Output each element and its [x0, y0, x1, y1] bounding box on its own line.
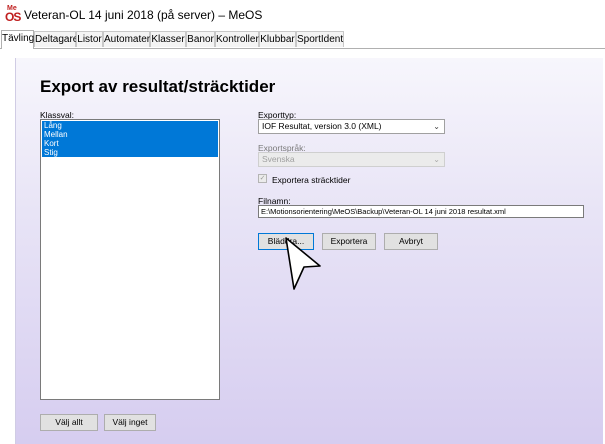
tab-bar: Tävling Deltagare Listor Automater Klass…	[0, 30, 605, 49]
select-none-button[interactable]: Välj inget	[104, 414, 156, 431]
chevron-down-icon: ⌄	[433, 122, 440, 131]
title-bar: Me OS Veteran-OL 14 juni 2018 (på server…	[0, 0, 605, 30]
export-splits-checkbox[interactable]: ✓	[258, 174, 267, 183]
tab-automater[interactable]: Automater	[103, 31, 150, 47]
tab-listor[interactable]: Listor	[76, 31, 103, 47]
export-splits-label: Exportera sträcktider	[272, 175, 351, 185]
tab-kontroller[interactable]: Kontroller	[215, 31, 259, 47]
window-title: Veteran-OL 14 juni 2018 (på server) – Me…	[24, 8, 263, 22]
class-listbox[interactable]: Lång Mellan Kort Stig	[40, 119, 220, 400]
class-item-stig[interactable]: Stig	[42, 148, 218, 157]
export-language-dropdown[interactable]: Svenska ⌄	[258, 152, 445, 167]
select-all-button[interactable]: Välj allt	[40, 414, 98, 431]
tab-content-top	[0, 49, 605, 58]
export-language-value: Svenska	[262, 154, 295, 164]
export-type-value: IOF Resultat, version 3.0 (XML)	[262, 121, 382, 131]
class-item-lang[interactable]: Lång	[42, 121, 218, 130]
tab-tavling[interactable]: Tävling	[1, 30, 34, 49]
filename-input[interactable]: E:\Motionsorientering\MeOS\Backup\Vetera…	[258, 205, 584, 218]
tab-klubbar[interactable]: Klubbar	[259, 31, 296, 47]
mouse-pointer-icon	[285, 237, 321, 290]
chevron-down-icon: ⌄	[433, 155, 440, 164]
export-type-dropdown[interactable]: IOF Resultat, version 3.0 (XML) ⌄	[258, 119, 445, 134]
page-title: Export av resultat/sträcktider	[40, 77, 276, 96]
tab-deltagare[interactable]: Deltagare	[34, 31, 78, 47]
tab-sportident[interactable]: SportIdent	[296, 31, 344, 47]
class-item-mellan[interactable]: Mellan	[42, 130, 218, 139]
tab-klasser[interactable]: Klasser	[150, 31, 186, 47]
class-item-kort[interactable]: Kort	[42, 139, 218, 148]
tab-banor[interactable]: Banor	[186, 31, 215, 47]
meos-app-icon: Me OS	[5, 5, 21, 24]
cancel-button[interactable]: Avbryt	[384, 233, 438, 250]
export-button[interactable]: Exportera	[322, 233, 376, 250]
